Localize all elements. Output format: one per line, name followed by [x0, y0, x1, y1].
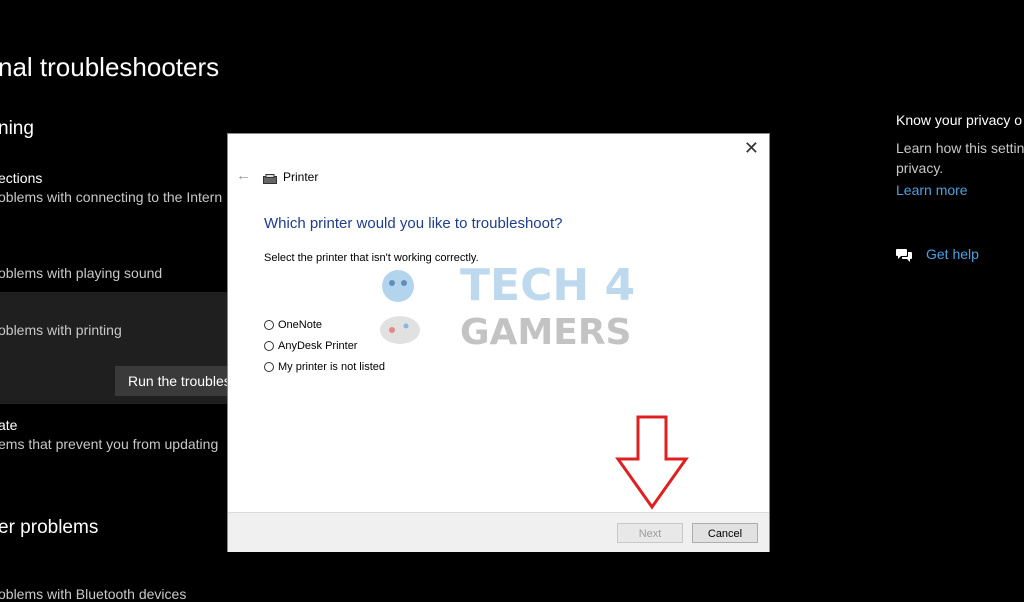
privacy-title: Know your privacy o	[896, 112, 1023, 128]
printer-item-desc: oblems with printing	[0, 322, 122, 338]
radio-button[interactable]	[264, 341, 274, 351]
dialog-footer: Next Cancel	[228, 512, 769, 552]
get-help-link[interactable]: Get help	[926, 246, 979, 262]
bluetooth-item-desc: oblems with Bluetooth devices	[0, 586, 187, 602]
audio-item-desc: oblems with playing sound	[0, 265, 163, 281]
page-title: nal troubleshooters	[0, 52, 220, 82]
watermark-line-1: TECH 4	[460, 260, 635, 311]
next-button[interactable]: Next	[617, 523, 683, 543]
help-chat-icon	[895, 246, 913, 264]
printer-icon	[263, 171, 277, 184]
dialog-heading: Which printer would you like to troubles…	[264, 215, 563, 232]
watermark-line-2: GAMERS	[460, 312, 631, 348]
update-item-desc: ems that prevent you from updating	[0, 436, 219, 452]
internet-item-title[interactable]: ections	[0, 170, 42, 186]
section-heading-other-problems: er problems	[0, 517, 99, 538]
privacy-desc: Learn how this settin privacy.	[896, 140, 1024, 176]
option-onenote[interactable]: OneNote	[264, 319, 322, 331]
option-label: My printer is not listed	[278, 361, 385, 373]
cancel-button[interactable]: Cancel	[692, 523, 758, 543]
option-anydesk-printer[interactable]: AnyDesk Printer	[264, 340, 357, 352]
red-down-arrow-annotation	[614, 415, 690, 511]
tech4gamers-watermark: TECH 4 GAMERS	[370, 256, 660, 353]
radio-button[interactable]	[264, 362, 274, 372]
option-label: AnyDesk Printer	[278, 340, 358, 352]
option-label: OneNote	[278, 319, 323, 331]
close-icon[interactable]: ✕	[744, 138, 759, 159]
dialog-app-title: Printer	[283, 170, 319, 184]
learn-more-link[interactable]: Learn more	[896, 182, 968, 198]
update-item-title[interactable]: ate	[0, 417, 17, 433]
section-heading-get-running: ning	[0, 118, 34, 139]
option-printer-not-listed[interactable]: My printer is not listed	[264, 361, 385, 373]
internet-item-desc: oblems with connecting to the Intern	[0, 189, 223, 205]
radio-button[interactable]	[264, 320, 274, 330]
back-arrow-icon[interactable]: ←	[236, 167, 251, 184]
printer-troubleshooter-dialog: ✕ ← Printer Which printer would you like…	[228, 134, 769, 552]
